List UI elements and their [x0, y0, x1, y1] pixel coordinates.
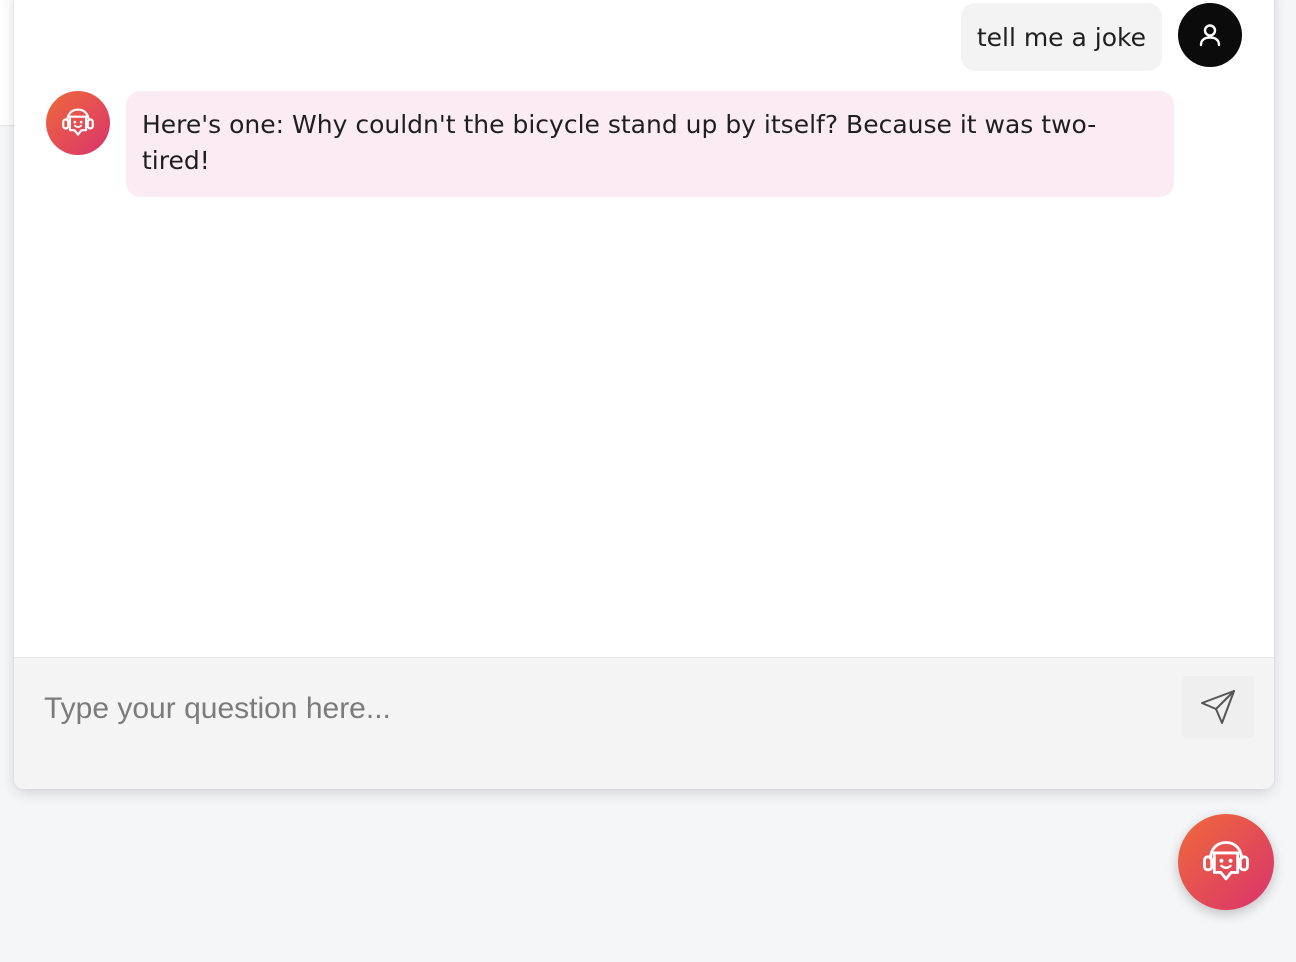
question-input[interactable] [44, 680, 1164, 738]
composer [14, 657, 1274, 789]
user-avatar [1178, 3, 1242, 67]
bot-avatar [46, 91, 110, 155]
user-icon [1199, 24, 1221, 47]
paper-plane-icon [1201, 690, 1235, 724]
bot-message-text: Here's one: Why couldn't the bicycle sta… [142, 110, 1097, 175]
user-message-bubble: tell me a joke [960, 3, 1162, 71]
bot-headset-icon [62, 108, 94, 136]
chat-panel: tell me a joke Here's one: Why couldn't … [14, 0, 1274, 789]
bot-headset-icon [1203, 841, 1249, 881]
bot-message-bubble: Here's one: Why couldn't the bicycle sta… [126, 91, 1174, 197]
message-list: tell me a joke Here's one: Why couldn't … [14, 0, 1274, 657]
chat-launcher-button[interactable] [1178, 814, 1274, 910]
user-message-text: tell me a joke [976, 22, 1146, 52]
send-button[interactable] [1182, 676, 1254, 738]
